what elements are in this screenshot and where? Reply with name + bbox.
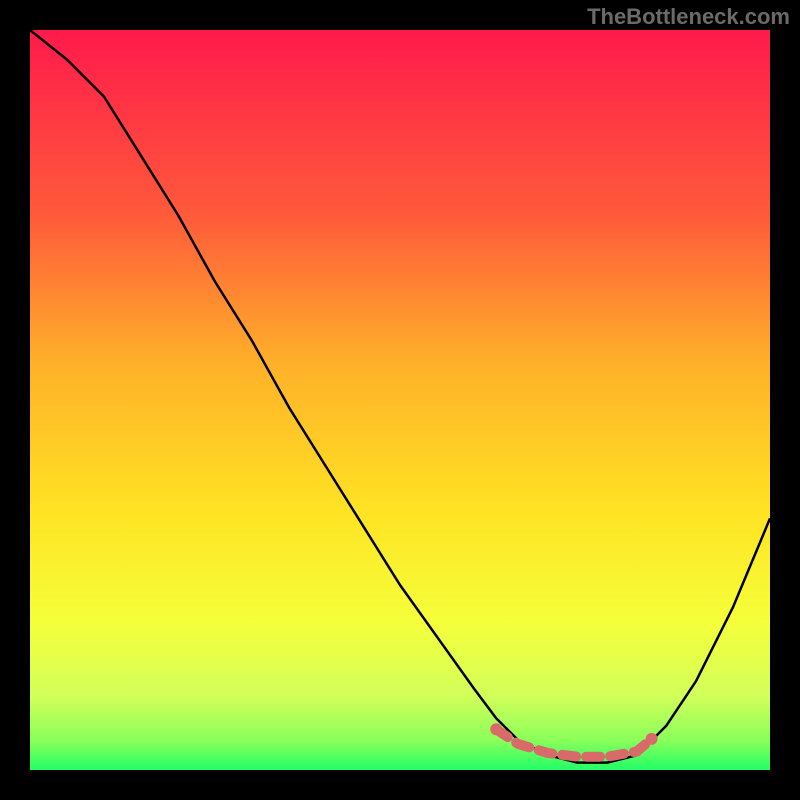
chart-svg (30, 30, 770, 770)
watermark-text: TheBottleneck.com (587, 4, 790, 30)
highlight-end-dot (646, 733, 658, 745)
chart-gradient-background (30, 30, 770, 770)
bottleneck-chart (30, 30, 770, 770)
highlight-start-dot (490, 723, 502, 735)
